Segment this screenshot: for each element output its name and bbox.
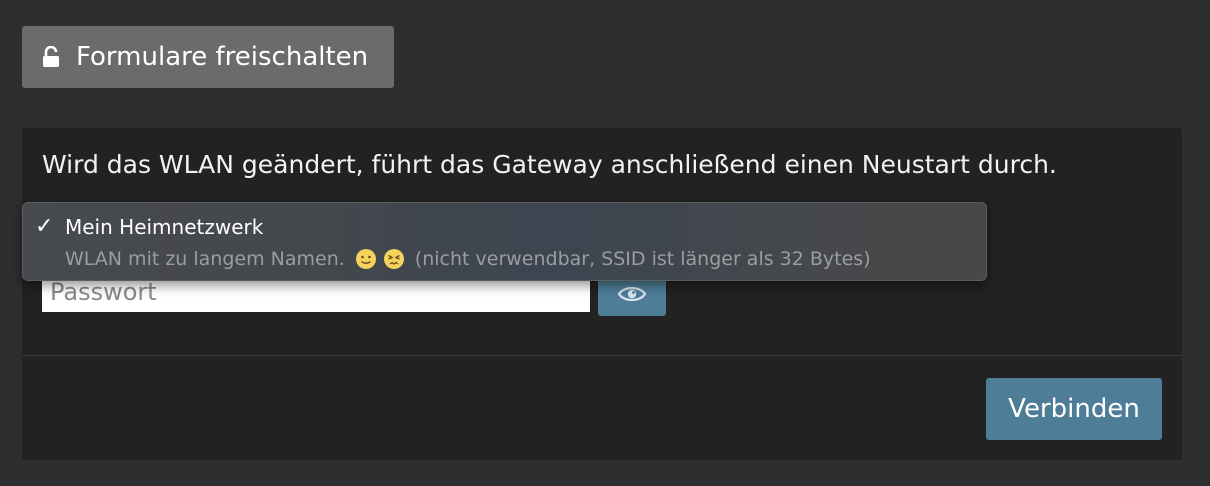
panel-divider <box>22 355 1182 356</box>
ssid-option-desc-prefix: WLAN mit zu langem Namen. <box>65 248 345 270</box>
ssid-option-desc-suffix: (nicht verwendbar, SSID ist länger als 3… <box>414 248 871 270</box>
unlock-forms-label: Formulare freischalten <box>76 42 369 72</box>
ssid-dropdown-menu: ✓ Mein Heimnetzwerk WLAN mit zu langem N… <box>22 202 987 281</box>
unlock-forms-button[interactable]: Formulare freischalten <box>22 26 394 88</box>
ssid-option-description: WLAN mit zu langem Namen. (nicht verwend… <box>65 248 871 270</box>
wlan-panel: Wird das WLAN geändert, führt das Gatewa… <box>22 128 1182 460</box>
unlock-icon <box>42 46 60 68</box>
restart-notice: Wird das WLAN geändert, führt das Gatewa… <box>42 150 1057 179</box>
ssid-option-name: Mein Heimnetzwerk <box>65 215 264 239</box>
checkmark-icon: ✓ <box>35 214 54 239</box>
persevering-face-icon <box>383 248 405 270</box>
eye-icon <box>618 285 646 303</box>
connect-button[interactable]: Verbinden <box>986 378 1162 440</box>
slightly-smiling-face-icon <box>355 248 377 270</box>
ssid-option-mein-heimnetzwerk[interactable]: ✓ Mein Heimnetzwerk WLAN mit zu langem N… <box>23 203 986 280</box>
